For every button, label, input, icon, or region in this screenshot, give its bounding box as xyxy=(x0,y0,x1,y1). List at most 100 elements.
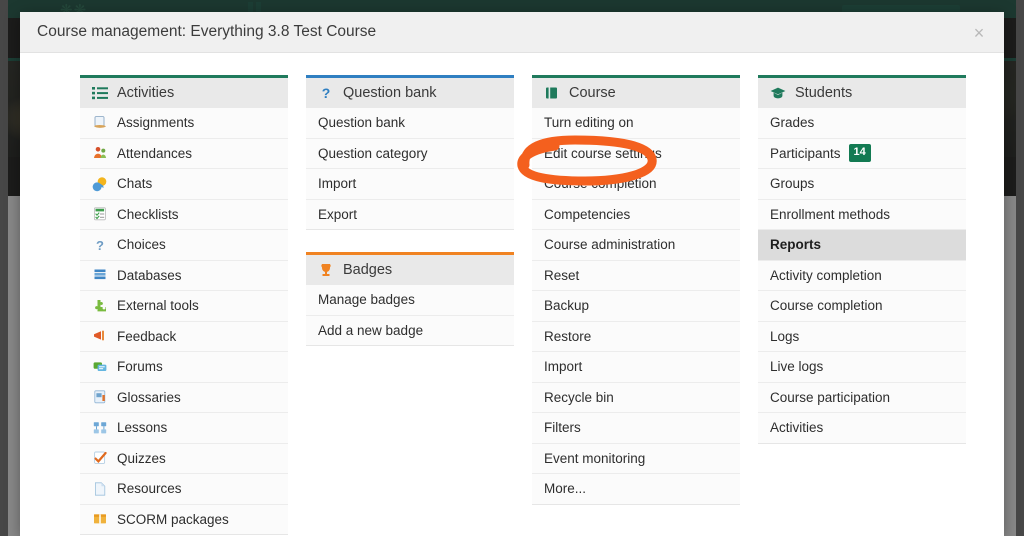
menu-item-label: Filters xyxy=(544,420,581,436)
card-title-question-bank: Question bank xyxy=(343,85,437,101)
menu-item-course-participation[interactable]: Course participation xyxy=(758,382,966,413)
card-title-course: Course xyxy=(569,85,616,101)
dialog-body: Activities Assignments Attendances Chats Che… xyxy=(20,53,1004,536)
feedback-icon xyxy=(94,330,104,341)
menu-item-external-tools[interactable]: External tools xyxy=(80,291,288,322)
menu-item-label: Grades xyxy=(770,115,815,131)
menu-item-grades[interactable]: Grades xyxy=(758,108,966,139)
menu-item-activities[interactable]: Activities xyxy=(758,413,966,444)
menu-item-label: Quizzes xyxy=(117,450,166,466)
menu-item-restore[interactable]: Restore xyxy=(532,321,740,352)
menu-item-label: Logs xyxy=(770,328,800,344)
menu-item-label: Live logs xyxy=(770,359,824,375)
card-header-course: Course xyxy=(532,75,740,108)
forum-icon xyxy=(93,362,107,371)
menu-item-course-completion[interactable]: Course completion xyxy=(532,169,740,200)
menu-item-filters[interactable]: Filters xyxy=(532,413,740,444)
menu-item-question-bank[interactable]: Question bank xyxy=(306,108,514,139)
close-icon[interactable]: × xyxy=(966,20,992,46)
menu-item-more[interactable]: More... xyxy=(532,474,740,505)
menu-item-label: Activity completion xyxy=(770,267,882,283)
menu-item-attendances[interactable]: Attendances xyxy=(80,138,288,169)
card-title-badges: Badges xyxy=(343,262,393,278)
menu-item-recycle-bin[interactable]: Recycle bin xyxy=(532,382,740,413)
menu-item-reports[interactable]: Reports xyxy=(758,230,966,261)
menu-item-import[interactable]: Import xyxy=(532,352,740,383)
card-students: Students Grades Participants 14 Groups Enroll… xyxy=(758,75,966,444)
trophy-icon xyxy=(321,264,331,276)
menu-item-competencies[interactable]: Competencies xyxy=(532,199,740,230)
menu-item-enrollment-methods[interactable]: Enrollment methods xyxy=(758,199,966,230)
menu-item-question-category[interactable]: Question category xyxy=(306,138,514,169)
card-header-activities: Activities xyxy=(80,75,288,108)
lesson-icon xyxy=(93,421,107,434)
menu-item-label: Lessons xyxy=(117,420,168,436)
management-column-1: ? Question bank Question bank Question cate… xyxy=(306,75,514,536)
menu-item-add-a-new-badge[interactable]: Add a new badge xyxy=(306,315,514,346)
menu-item-label: Choices xyxy=(117,237,166,253)
card-activities: Activities Assignments Attendances Chats Che… xyxy=(80,75,288,535)
card-badges: Badges Manage badges Add a new badge xyxy=(306,252,514,346)
menu-item-course-administration[interactable]: Course administration xyxy=(532,230,740,261)
menu-item-glossaries[interactable]: Glossaries xyxy=(80,382,288,413)
menu-item-label: Question bank xyxy=(318,115,406,131)
external-tool-icon xyxy=(95,299,106,312)
management-column-0: Activities Assignments Attendances Chats Che… xyxy=(80,75,288,536)
menu-item-label: Export xyxy=(318,206,358,222)
menu-item-manage-badges[interactable]: Manage badges xyxy=(306,285,514,316)
menu-item-chats[interactable]: Chats xyxy=(80,169,288,200)
course-management-dialog: Course management: Everything 3.8 Test C… xyxy=(20,12,1004,536)
menu-item-groups[interactable]: Groups xyxy=(758,169,966,200)
management-column-3: Students Grades Participants 14 Groups Enroll… xyxy=(758,75,966,536)
menu-item-event-monitoring[interactable]: Event monitoring xyxy=(532,443,740,474)
card-header-question-bank: ? Question bank xyxy=(306,75,514,108)
menu-item-choices[interactable]: ? Choices xyxy=(80,230,288,261)
menu-item-forums[interactable]: Forums xyxy=(80,352,288,383)
menu-item-label: Attendances xyxy=(117,145,193,161)
menu-item-course-completion[interactable]: Course completion xyxy=(758,291,966,322)
menu-item-label: Chats xyxy=(117,176,153,192)
menu-item-edit-course-settings[interactable]: Edit course settings xyxy=(532,138,740,169)
scorm-icon xyxy=(94,514,106,524)
menu-item-label: Competencies xyxy=(544,206,631,222)
menu-item-label: Question category xyxy=(318,145,428,161)
dialog-title: Course management: Everything 3.8 Test C… xyxy=(37,23,377,40)
menu-item-live-logs[interactable]: Live logs xyxy=(758,352,966,383)
menu-item-scorm-packages[interactable]: SCORM packages xyxy=(80,504,288,535)
menu-item-label: Restore xyxy=(544,328,592,344)
menu-item-label: Feedback xyxy=(117,328,177,344)
menu-item-reset[interactable]: Reset xyxy=(532,260,740,291)
menu-item-import[interactable]: Import xyxy=(306,169,514,200)
menu-item-quizzes[interactable]: Quizzes xyxy=(80,443,288,474)
menu-item-label: Import xyxy=(318,176,357,192)
card-title-students: Students xyxy=(795,85,853,101)
menu-item-label: SCORM packages xyxy=(117,511,229,527)
menu-item-label: Checklists xyxy=(117,206,179,222)
menu-item-turn-editing-on[interactable]: Turn editing on xyxy=(532,108,740,139)
chat-icon xyxy=(92,177,107,191)
menu-item-label: Glossaries xyxy=(117,389,181,405)
menu-item-feedback[interactable]: Feedback xyxy=(80,321,288,352)
menu-item-backup[interactable]: Backup xyxy=(532,291,740,322)
menu-item-resources[interactable]: Resources xyxy=(80,474,288,505)
menu-item-activity-completion[interactable]: Activity completion xyxy=(758,260,966,291)
menu-item-label: Import xyxy=(544,359,583,375)
assignment-icon xyxy=(94,115,106,128)
list-icon xyxy=(92,87,108,100)
menu-item-checklists[interactable]: Checklists xyxy=(80,199,288,230)
quiz-icon xyxy=(94,451,107,465)
svg-text:?: ? xyxy=(322,85,331,101)
menu-item-label: Course completion xyxy=(544,176,657,192)
menu-item-lessons[interactable]: Lessons xyxy=(80,413,288,444)
menu-item-export[interactable]: Export xyxy=(306,199,514,230)
menu-item-logs[interactable]: Logs xyxy=(758,321,966,352)
management-column-2: Course Turn editing on Edit course setting… xyxy=(532,75,740,536)
menu-item-label: Reports xyxy=(770,237,822,253)
menu-item-label: Course completion xyxy=(770,298,883,314)
menu-item-assignments[interactable]: Assignments xyxy=(80,108,288,139)
menu-item-label: Assignments xyxy=(117,115,195,131)
menu-item-label: More... xyxy=(544,481,587,497)
menu-item-participants[interactable]: Participants 14 xyxy=(758,138,966,169)
menu-item-databases[interactable]: Databases xyxy=(80,260,288,291)
svg-text:?: ? xyxy=(96,238,104,253)
